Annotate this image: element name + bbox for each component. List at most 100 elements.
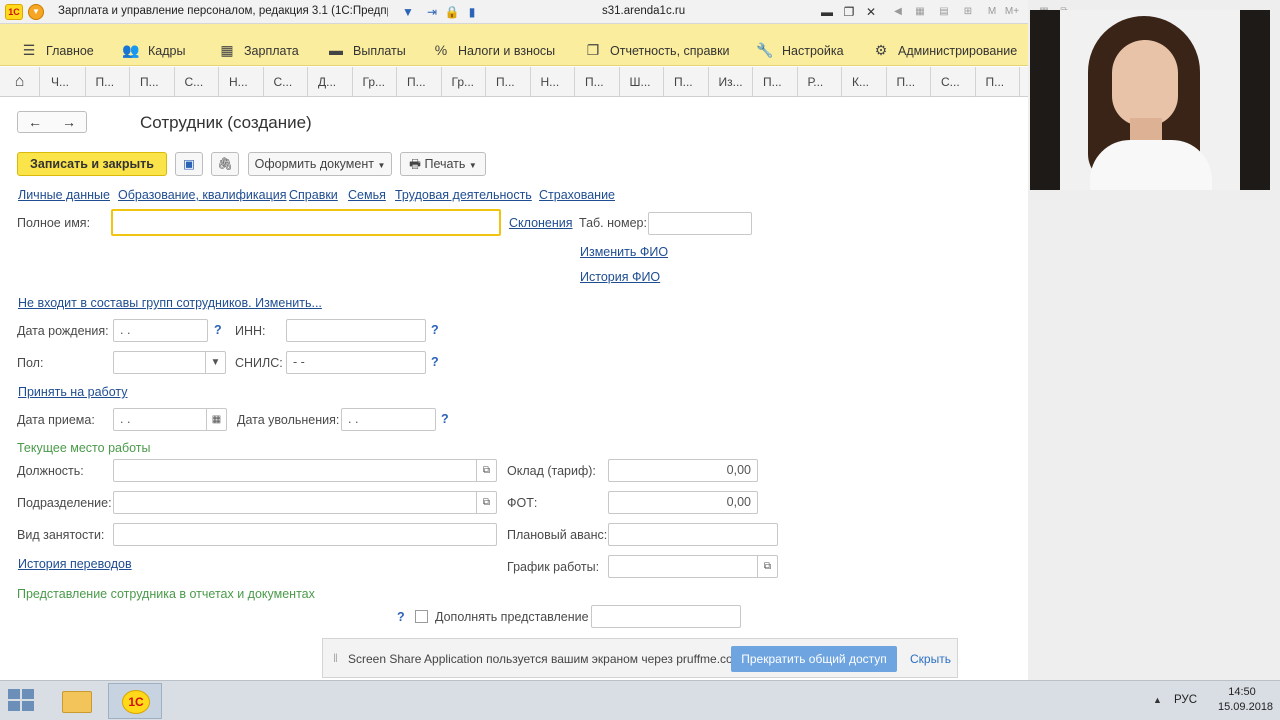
open-tab[interactable]: П... (887, 67, 931, 97)
open-tab[interactable]: П... (397, 67, 442, 97)
tray-expand-icon[interactable]: ▲ (1153, 695, 1162, 705)
taskbar-explorer[interactable] (50, 683, 104, 719)
hide-link[interactable]: Скрыть (910, 652, 951, 666)
open-tab[interactable]: Д... (308, 67, 353, 97)
hire-date-input[interactable]: . . ▦ (113, 408, 227, 431)
save-and-close-button[interactable]: Записать и закрыть (17, 152, 167, 176)
calendar-icon[interactable]: ▤ (936, 4, 952, 20)
restore-button[interactable]: ❐ (840, 3, 858, 21)
snils-help-icon[interactable]: ? (431, 355, 439, 369)
menu-item-reports[interactable]: ❐ Отчетность, справки (584, 34, 730, 66)
open-tab[interactable]: К... (842, 67, 887, 97)
tab-number-input[interactable] (648, 212, 752, 235)
attach-button[interactable]: 🖇 (211, 152, 239, 176)
make-document-button[interactable]: Оформить документ ▼ (248, 152, 392, 176)
jump-icon[interactable]: ⇥ (424, 4, 440, 20)
birth-date-help-icon[interactable]: ? (214, 323, 222, 337)
supplement-representation-checkbox[interactable] (415, 610, 428, 623)
compare-icon[interactable]: ⊞ (960, 4, 976, 20)
grip-handle-icon[interactable]: ‖ (333, 651, 338, 665)
calendar-icon[interactable]: ▦ (206, 409, 226, 430)
menu-item-salary[interactable]: ▦ Зарплата (218, 34, 298, 66)
back-arrow-icon[interactable]: ← (18, 113, 52, 131)
lock-icon[interactable]: 🔒 (444, 4, 460, 20)
grid-icon[interactable]: ▦ (912, 4, 928, 20)
open-tab[interactable]: Н... (219, 67, 264, 97)
open-department-icon[interactable]: ⧉ (476, 492, 496, 513)
close-button[interactable]: ✕ (862, 3, 880, 21)
change-name-link[interactable]: Изменить ФИО (580, 245, 668, 259)
save-button[interactable]: ▣ (175, 152, 203, 176)
menu-item-hr[interactable]: 👥 Кадры (122, 34, 185, 66)
menu-item-payments[interactable]: ▬ Выплаты (327, 34, 406, 66)
menu-item-settings[interactable]: 🔧 Настройка (756, 34, 843, 66)
position-input[interactable]: ⧉ (113, 459, 497, 482)
open-tab[interactable]: П... (976, 67, 1020, 97)
supplement-representation-input[interactable] (591, 605, 741, 628)
open-tab[interactable]: Н... (531, 67, 575, 97)
open-tab[interactable]: Р... (798, 67, 842, 97)
minimize-button[interactable]: ▬ (818, 3, 836, 21)
open-tab[interactable]: П... (664, 67, 709, 97)
dismissal-date-input[interactable]: . . (341, 408, 436, 431)
open-tab[interactable]: Ш... (620, 67, 664, 97)
dropdown-arrow-icon[interactable]: ▼ (400, 4, 416, 20)
memory-m-icon[interactable]: M (984, 4, 1000, 20)
link-insurance[interactable]: Страхование (539, 188, 615, 202)
declensions-link[interactable]: Склонения (509, 216, 573, 230)
clock[interactable]: 14:50 15.09.2018 (1218, 685, 1273, 715)
fot-input[interactable]: 0,00 (608, 491, 758, 514)
inn-help-icon[interactable]: ? (431, 323, 439, 337)
open-tab[interactable]: П... (486, 67, 531, 97)
stop-sharing-button[interactable]: Прекратить общий доступ (731, 646, 897, 672)
name-history-link[interactable]: История ФИО (580, 270, 660, 284)
open-tab[interactable]: Гр... (442, 67, 486, 97)
dismissal-help-icon[interactable]: ? (441, 412, 449, 426)
open-tab[interactable]: П... (86, 67, 130, 97)
transfer-history-link[interactable]: История переводов (18, 557, 132, 571)
open-tab[interactable]: П... (575, 67, 620, 97)
open-tab[interactable]: С... (931, 67, 976, 97)
signal-icon[interactable]: ▮ (464, 4, 480, 20)
hire-link[interactable]: Принять на работу (18, 385, 128, 399)
link-education[interactable]: Образование, квалификация (118, 188, 287, 202)
full-name-input[interactable] (111, 209, 501, 236)
menu-item-main[interactable]: ☰ Главное (20, 34, 94, 66)
link-references[interactable]: Справки (289, 188, 338, 202)
representation-help-icon[interactable]: ? (397, 610, 405, 624)
language-indicator[interactable]: РУС (1174, 694, 1197, 706)
open-tab[interactable]: П... (753, 67, 798, 97)
inn-input[interactable] (286, 319, 426, 342)
menu-item-admin[interactable]: ⚙ Администрирование (872, 34, 1017, 66)
link-family[interactable]: Семья (348, 188, 386, 202)
gender-select[interactable]: ▼ (113, 351, 226, 374)
home-icon[interactable]: ⌂ (0, 67, 40, 97)
open-tab[interactable]: Из... (709, 67, 753, 97)
memory-plus-icon[interactable]: M+ (1004, 4, 1020, 20)
taskbar-onec[interactable]: 1С (108, 683, 162, 719)
back-icon[interactable]: ◀ (890, 4, 906, 20)
print-button[interactable]: 🖶 Печать ▼ (400, 152, 486, 176)
planned-advance-input[interactable] (608, 523, 778, 546)
windows-start-icon[interactable] (8, 689, 36, 713)
link-personal-data[interactable]: Личные данные (18, 188, 110, 202)
employee-groups-link[interactable]: Не входит в составы групп сотрудников. И… (18, 296, 322, 310)
open-tab[interactable]: Гр... (353, 67, 397, 97)
menu-item-taxes[interactable]: % Налоги и взносы (432, 34, 555, 66)
open-tab[interactable]: С... (264, 67, 308, 97)
employment-type-input[interactable] (113, 523, 497, 546)
forward-arrow-icon[interactable]: → (52, 113, 86, 131)
link-work-history[interactable]: Трудовая деятельность (395, 188, 532, 202)
open-tab[interactable]: П... (130, 67, 175, 97)
birth-date-input[interactable]: . . (113, 319, 208, 342)
work-schedule-input[interactable]: ⧉ (608, 555, 778, 578)
salary-input[interactable]: 0,00 (608, 459, 758, 482)
gender-dropdown-icon[interactable]: ▼ (205, 352, 225, 373)
open-tab[interactable]: С... (175, 67, 219, 97)
department-input[interactable]: ⧉ (113, 491, 497, 514)
open-tab[interactable]: Ч... (41, 67, 86, 97)
snils-input[interactable]: - - (286, 351, 426, 374)
open-position-icon[interactable]: ⧉ (476, 460, 496, 481)
open-schedule-icon[interactable]: ⧉ (757, 556, 777, 577)
main-menu-dropdown-icon[interactable]: ▼ (28, 4, 44, 20)
